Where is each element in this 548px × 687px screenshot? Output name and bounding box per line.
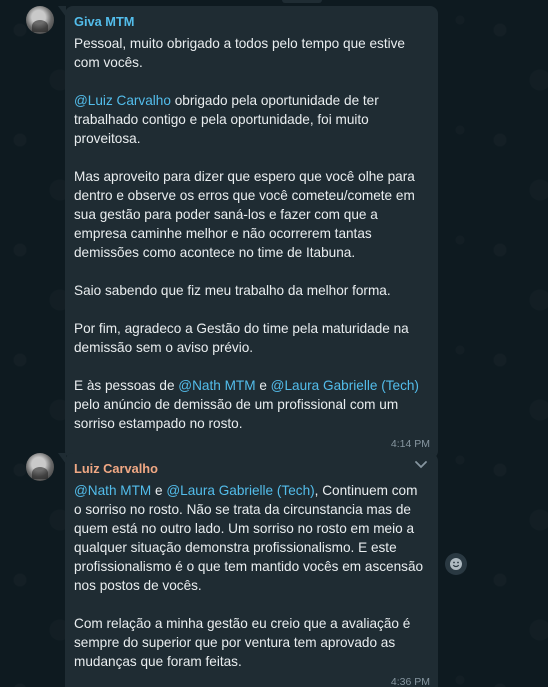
message-time: 4:14 PM — [390, 438, 430, 450]
message-paragraph: Pessoal, muito obrigado a todos pelo tem… — [74, 34, 428, 72]
chat-panel: Giva MTM Pessoal, muito obrigado a todos… — [0, 0, 548, 687]
avatar[interactable] — [26, 6, 54, 34]
message-paragraph: Mas aproveito para dizer que espero que … — [74, 167, 428, 262]
mention-link[interactable]: @Laura Gabrielle (Tech) — [166, 483, 314, 498]
message-text: Pessoal, muito obrigado a todos pelo tem… — [74, 34, 428, 433]
sender-name[interactable]: Luiz Carvalho — [74, 461, 428, 477]
message-segment: pelo anúncio de demissão de um profissio… — [74, 397, 399, 431]
chevron-down-icon[interactable] — [414, 460, 428, 470]
message-paragraph: @Nath MTM e @Laura Gabrielle (Tech), Con… — [74, 481, 428, 595]
message-bubble[interactable]: Giva MTM Pessoal, muito obrigado a todos… — [58, 6, 438, 459]
mention-link[interactable]: @Laura Gabrielle (Tech) — [271, 378, 419, 393]
emoji-icon[interactable] — [445, 553, 467, 575]
avatar[interactable] — [26, 453, 54, 481]
mention-link[interactable]: @Nath MTM — [74, 483, 151, 498]
message-segment: Com relação a minha gestão eu creio que … — [74, 616, 411, 669]
message-time: 4:36 PM — [390, 676, 430, 687]
message-paragraph: Por fim, agradeco a Gestão do time pela … — [74, 319, 428, 357]
message-paragraph: Saio sabendo que fiz meu trabalho da mel… — [74, 281, 428, 300]
message-paragraph: Com relação a minha gestão eu creio que … — [74, 614, 428, 671]
message-text: @Nath MTM e @Laura Gabrielle (Tech), Con… — [74, 481, 428, 671]
previous-message-edge — [282, 0, 322, 3]
message-segment: Pessoal, muito obrigado a todos pelo tem… — [74, 36, 405, 70]
message-segment: e — [151, 483, 167, 498]
message-bubble[interactable]: Luiz Carvalho @Nath MTM e @Laura Gabriel… — [58, 453, 438, 687]
message-paragraph: @Luiz Carvalho obrigado pela oportunidad… — [74, 91, 428, 148]
message-segment: Saio sabendo que fiz meu trabalho da mel… — [74, 283, 391, 298]
message-segment: E às pessoas de — [74, 378, 179, 393]
message-segment: Mas aproveito para dizer que espero que … — [74, 169, 415, 260]
mention-link[interactable]: @Nath MTM — [178, 378, 255, 393]
message-paragraph: E às pessoas de @Nath MTM e @Laura Gabri… — [74, 376, 428, 433]
sender-name[interactable]: Giva MTM — [74, 14, 428, 30]
mention-link[interactable]: @Luiz Carvalho — [74, 93, 171, 108]
message-segment: Por fim, agradeco a Gestão do time pela … — [74, 321, 409, 355]
message-segment: , Continuem com o sorriso no rosto. Não … — [74, 483, 424, 593]
message-segment: e — [255, 378, 271, 393]
